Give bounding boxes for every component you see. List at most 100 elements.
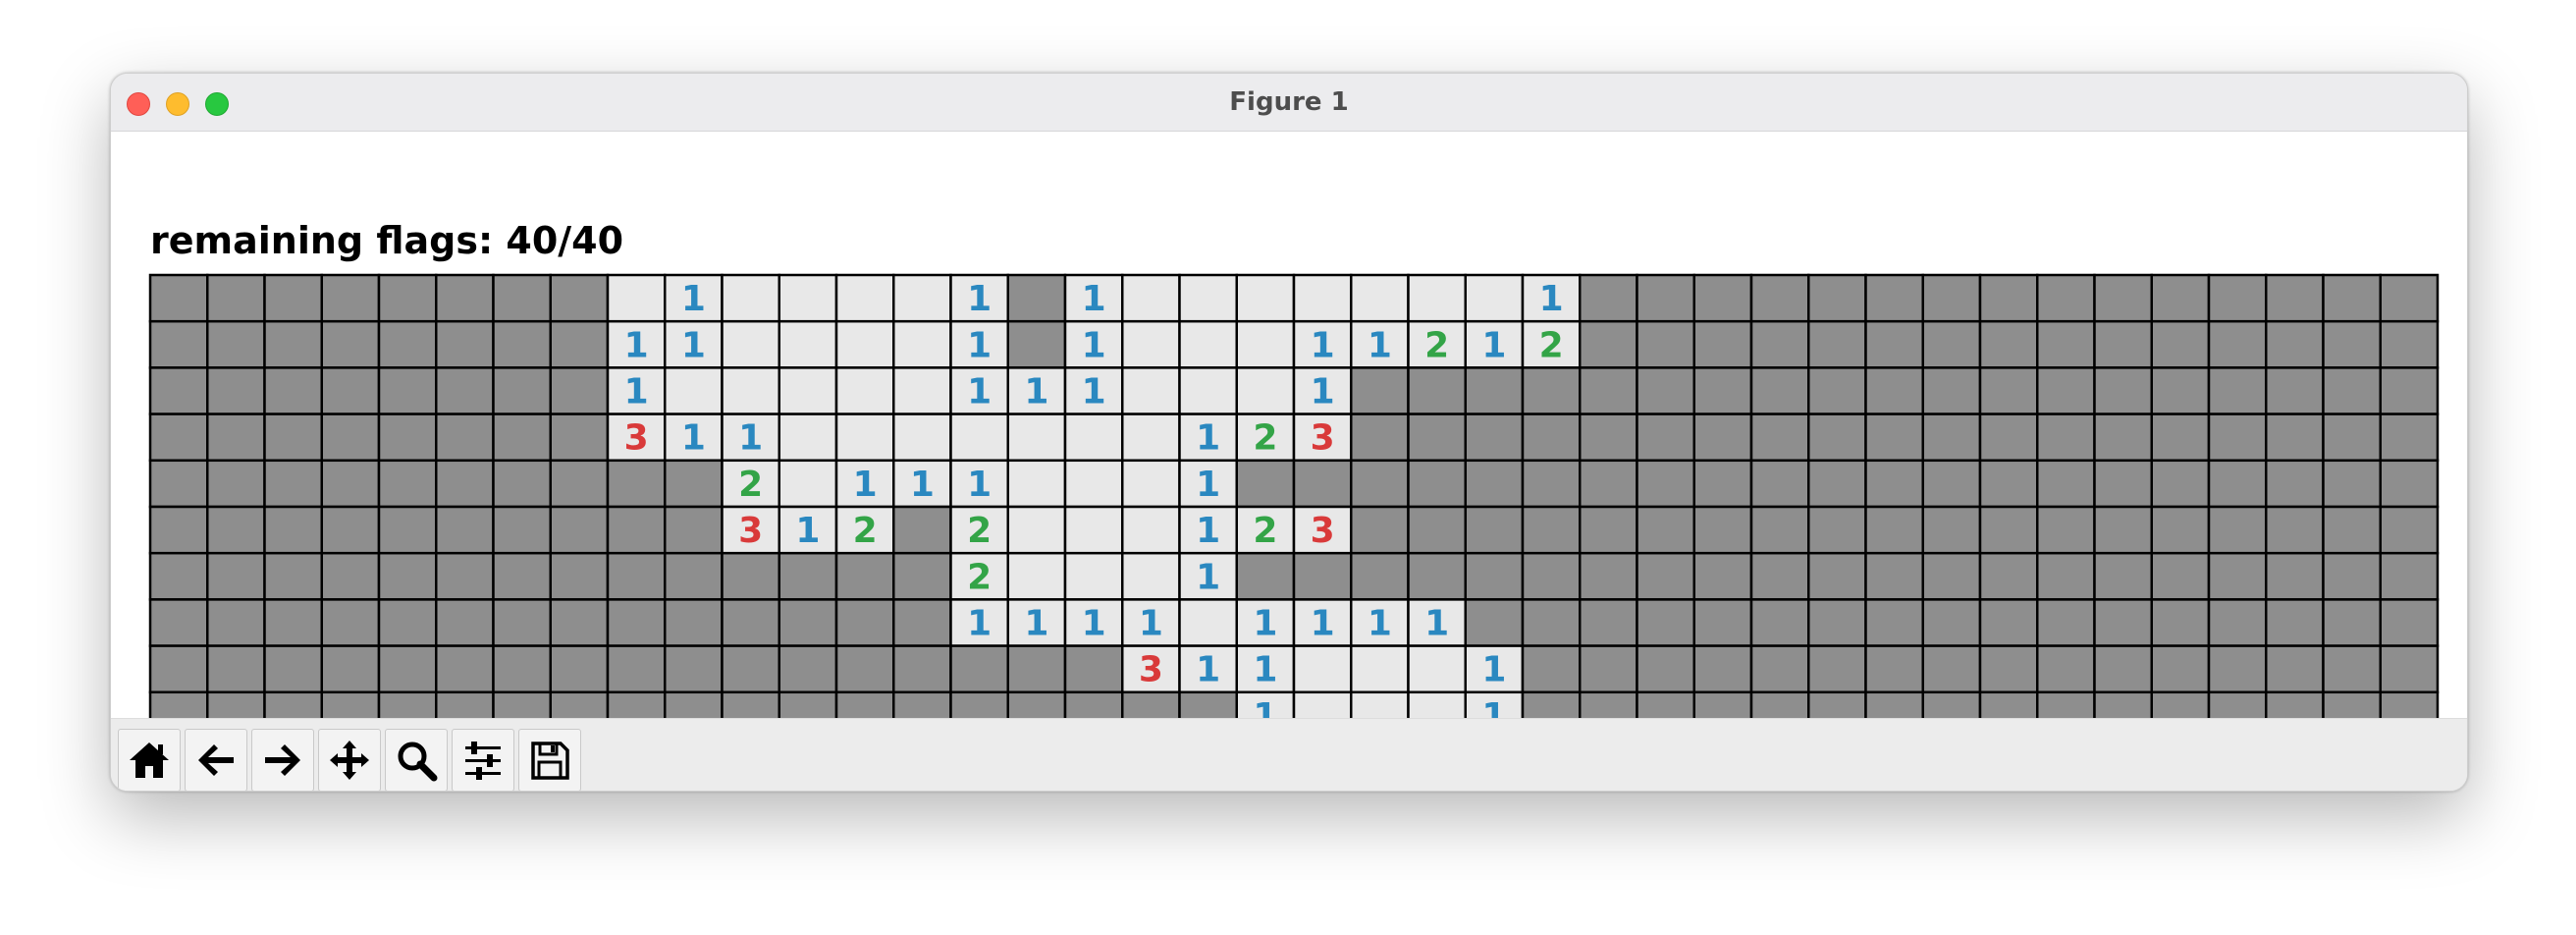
covered-cell[interactable] bbox=[2036, 598, 2096, 647]
revealed-cell[interactable] bbox=[778, 319, 838, 369]
covered-cell[interactable] bbox=[664, 505, 724, 555]
covered-cell[interactable] bbox=[1864, 598, 1924, 647]
covered-cell[interactable] bbox=[377, 319, 438, 369]
covered-cell[interactable] bbox=[2322, 366, 2382, 415]
covered-cell[interactable] bbox=[492, 551, 552, 601]
covered-cell[interactable] bbox=[778, 598, 838, 647]
covered-cell[interactable] bbox=[1636, 644, 1695, 694]
covered-cell[interactable] bbox=[606, 459, 667, 509]
covered-cell[interactable] bbox=[2379, 551, 2440, 601]
covered-cell[interactable] bbox=[2265, 319, 2325, 369]
covered-cell[interactable] bbox=[148, 644, 209, 694]
home-button[interactable] bbox=[118, 729, 181, 791]
covered-cell[interactable] bbox=[2265, 412, 2325, 463]
covered-cell[interactable] bbox=[2207, 505, 2268, 555]
covered-cell[interactable] bbox=[435, 505, 495, 555]
zoom-button[interactable] bbox=[385, 729, 448, 791]
revealed-cell[interactable] bbox=[1063, 412, 1124, 463]
covered-cell[interactable] bbox=[2093, 319, 2153, 369]
covered-cell[interactable] bbox=[263, 505, 323, 555]
covered-cell[interactable] bbox=[1807, 273, 1867, 323]
revealed-cell[interactable] bbox=[892, 412, 952, 463]
revealed-cell[interactable] bbox=[721, 273, 780, 323]
revealed-cell[interactable] bbox=[1235, 319, 1296, 369]
covered-cell[interactable] bbox=[1749, 459, 1810, 509]
covered-cell[interactable] bbox=[1350, 551, 1410, 601]
covered-cell[interactable] bbox=[549, 644, 610, 694]
covered-cell[interactable] bbox=[1407, 505, 1467, 555]
revealed-cell[interactable] bbox=[834, 273, 895, 323]
covered-cell[interactable] bbox=[206, 505, 266, 555]
covered-cell[interactable] bbox=[1749, 412, 1810, 463]
covered-cell[interactable] bbox=[2093, 505, 2153, 555]
revealed-cell[interactable] bbox=[778, 459, 838, 509]
revealed-cell[interactable] bbox=[1121, 412, 1181, 463]
covered-cell[interactable] bbox=[1636, 319, 1695, 369]
covered-cell[interactable] bbox=[2379, 505, 2440, 555]
covered-cell[interactable] bbox=[1636, 551, 1695, 601]
revealed-cell[interactable] bbox=[1178, 366, 1238, 415]
covered-cell[interactable] bbox=[1407, 551, 1467, 601]
covered-cell[interactable] bbox=[2379, 412, 2440, 463]
covered-cell[interactable] bbox=[206, 273, 266, 323]
covered-cell[interactable] bbox=[1978, 644, 2039, 694]
covered-cell[interactable] bbox=[1636, 366, 1695, 415]
covered-cell[interactable] bbox=[2036, 366, 2096, 415]
covered-cell[interactable] bbox=[1749, 319, 1810, 369]
revealed-cell[interactable] bbox=[1063, 505, 1124, 555]
covered-cell[interactable] bbox=[1978, 459, 2039, 509]
covered-cell[interactable] bbox=[2150, 644, 2211, 694]
covered-cell[interactable] bbox=[2036, 273, 2096, 323]
covered-cell[interactable] bbox=[1636, 273, 1695, 323]
covered-cell[interactable] bbox=[1464, 412, 1525, 463]
revealed-cell[interactable] bbox=[778, 273, 838, 323]
covered-cell[interactable] bbox=[435, 366, 495, 415]
covered-cell[interactable] bbox=[2093, 644, 2153, 694]
revealed-cell[interactable] bbox=[1063, 551, 1124, 601]
covered-cell[interactable] bbox=[1807, 598, 1867, 647]
covered-cell[interactable] bbox=[148, 505, 209, 555]
revealed-cell[interactable] bbox=[1178, 273, 1238, 323]
covered-cell[interactable] bbox=[2265, 598, 2325, 647]
covered-cell[interactable] bbox=[2093, 412, 2153, 463]
covered-cell[interactable] bbox=[1521, 598, 1582, 647]
covered-cell[interactable] bbox=[2207, 551, 2268, 601]
covered-cell[interactable] bbox=[1235, 459, 1296, 509]
covered-cell[interactable] bbox=[1864, 459, 1924, 509]
revealed-cell[interactable] bbox=[1006, 459, 1067, 509]
covered-cell[interactable] bbox=[2093, 598, 2153, 647]
revealed-cell[interactable] bbox=[1407, 273, 1467, 323]
covered-cell[interactable] bbox=[263, 459, 323, 509]
covered-cell[interactable] bbox=[1749, 505, 1810, 555]
covered-cell[interactable] bbox=[377, 273, 438, 323]
revealed-cell[interactable] bbox=[721, 366, 780, 415]
covered-cell[interactable] bbox=[1521, 551, 1582, 601]
covered-cell[interactable] bbox=[606, 551, 667, 601]
covered-cell[interactable] bbox=[892, 644, 952, 694]
covered-cell[interactable] bbox=[1350, 459, 1410, 509]
covered-cell[interactable] bbox=[664, 598, 724, 647]
covered-cell[interactable] bbox=[320, 551, 381, 601]
covered-cell[interactable] bbox=[1864, 505, 1924, 555]
revealed-cell[interactable] bbox=[1235, 366, 1296, 415]
covered-cell[interactable] bbox=[2322, 644, 2382, 694]
covered-cell[interactable] bbox=[664, 644, 724, 694]
covered-cell[interactable] bbox=[2150, 319, 2211, 369]
covered-cell[interactable] bbox=[1636, 598, 1695, 647]
covered-cell[interactable] bbox=[1749, 598, 1810, 647]
covered-cell[interactable] bbox=[1749, 366, 1810, 415]
revealed-cell[interactable] bbox=[1350, 273, 1410, 323]
covered-cell[interactable] bbox=[1921, 412, 1982, 463]
covered-cell[interactable] bbox=[2379, 366, 2440, 415]
revealed-cell[interactable] bbox=[1178, 598, 1238, 647]
covered-cell[interactable] bbox=[492, 644, 552, 694]
covered-cell[interactable] bbox=[778, 551, 838, 601]
covered-cell[interactable] bbox=[2265, 273, 2325, 323]
covered-cell[interactable] bbox=[1521, 459, 1582, 509]
covered-cell[interactable] bbox=[1692, 505, 1753, 555]
covered-cell[interactable] bbox=[320, 273, 381, 323]
covered-cell[interactable] bbox=[1006, 273, 1067, 323]
covered-cell[interactable] bbox=[2093, 459, 2153, 509]
revealed-cell[interactable] bbox=[664, 366, 724, 415]
covered-cell[interactable] bbox=[2093, 273, 2153, 323]
